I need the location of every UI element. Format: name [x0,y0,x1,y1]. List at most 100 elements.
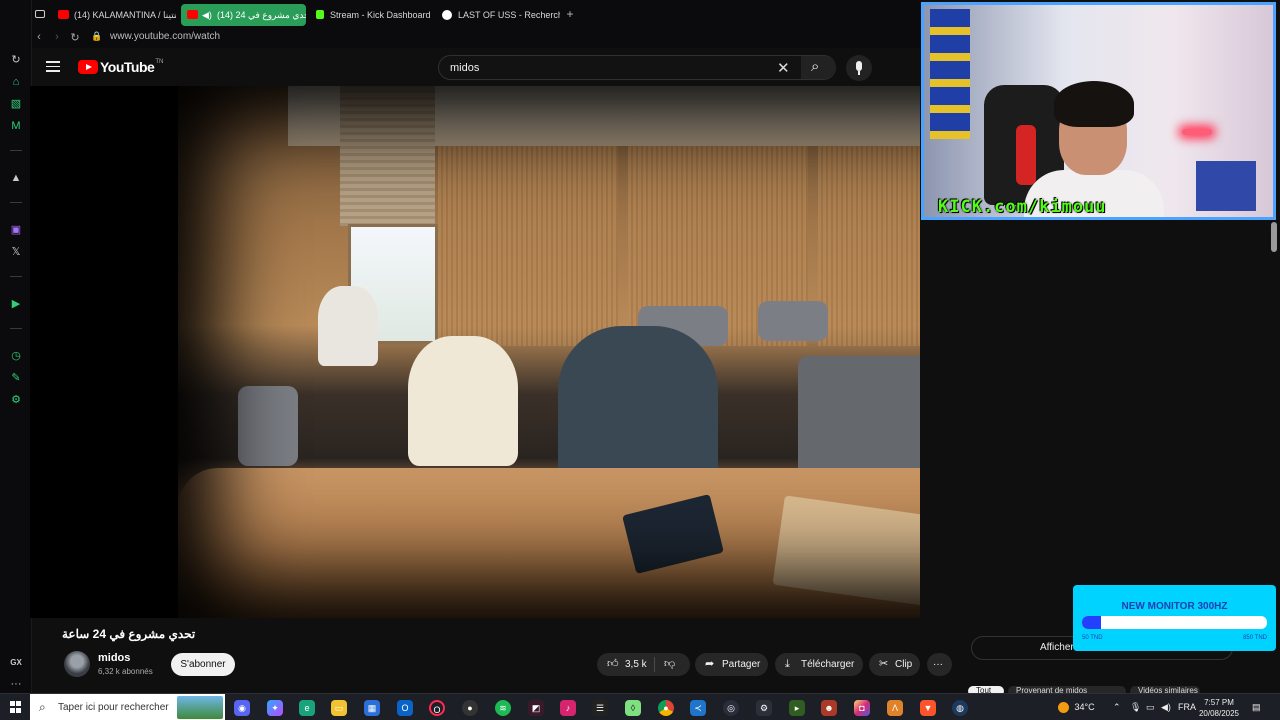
download-button[interactable]: ⤓ Télécharger [775,653,863,676]
tiktok-app-icon[interactable]: ♪ [560,700,576,716]
voice-search-button[interactable] [846,55,872,81]
steam-app-icon[interactable]: ◍ [952,700,968,716]
more-icon: ··· [933,659,943,670]
weather-widget[interactable]: 34°C [1058,694,1095,720]
video-frame [178,86,920,618]
more-actions-button[interactable]: ··· [927,653,952,676]
channel-name[interactable]: midos [98,652,130,664]
copilot-app-icon[interactable]: ✦ [267,700,283,716]
goal-max: 850 TND [1243,635,1267,641]
discord-app-icon[interactable]: ◉ [234,700,250,716]
steam-dark-app-icon[interactable]: ◎ [723,700,739,716]
history-icon[interactable]: ↻ [8,52,24,68]
tab-current-video[interactable]: ◀) (14) تحدي مشروع في 24 [181,4,306,26]
streamlabs-app-icon[interactable]: ◊ [625,700,641,716]
address-bar-url[interactable]: www.youtube.com/watch [110,31,220,42]
extensions-icon[interactable]: ✎ [8,370,24,386]
goal-title: NEW MONITOR 300HZ [1121,601,1228,612]
tab-kalamantina[interactable]: (14) KALAMANTINA / كلامنتينا [52,4,176,26]
taskbar-clock[interactable]: 7:57 PM 20/08/2025 [1196,697,1242,719]
notification-center-icon[interactable]: ▤ [1252,694,1261,720]
player-icon[interactable]: ▶ [8,296,24,312]
capcut-app-icon[interactable]: ◩ [528,700,544,716]
launcher-app-icon[interactable]: Λ [887,700,903,716]
volume-icon[interactable]: ◀) [1161,694,1171,720]
streamer-webcam-overlay: KICK.com/kimouu [921,2,1276,220]
new-tab-button[interactable]: + [564,8,576,20]
tab-kick-dashboard[interactable]: Stream - Kick Dashboard [308,4,434,26]
youtube-favicon-icon [58,10,69,19]
spotify-app-icon[interactable]: ≋ [495,700,511,716]
speaker-icon[interactable]: ◀) [202,4,212,26]
twitch-icon[interactable]: ▣ [8,222,24,238]
thumbs-down-icon[interactable]: 👎︎ [664,653,675,676]
gx-label: GX [10,658,22,667]
microphone-icon [856,61,862,71]
microphone-tray-icon[interactable]: 🎙︎ [1130,694,1141,720]
subscribe-button[interactable]: S'abonner [171,653,235,676]
page-scrollbar[interactable] [1271,222,1277,252]
obs-app-icon[interactable]: ● [462,700,478,716]
youtube-play-icon [78,60,98,74]
settings-gear-icon[interactable]: ⚙ [8,392,24,408]
chrome-app-icon[interactable]: ● [658,700,674,716]
outlook-app-icon[interactable]: O [397,700,413,716]
tab-google-search[interactable]: LAST OF USS - Recherche [436,4,560,26]
store-app-icon[interactable]: ▦ [364,700,380,716]
search-box[interactable]: midos ✕ ⌕ [438,55,836,80]
clock-icon[interactable]: ◷ [8,348,24,364]
like-divider [654,657,655,672]
windows-taskbar: ⌕ Taper ici pour rechercher ◉ ✦ e ▭ ▦ O … [0,693,1280,720]
gx-control-icon[interactable]: ⌂ [8,74,24,90]
goal-min: 50 TND [1082,635,1103,641]
back-icon[interactable]: ‹ [32,31,46,43]
kick-channel-banner: KICK.com/kimouu [938,197,1107,217]
video-title: تحدي مشروع في 24 ساعة [62,627,196,641]
menu-hamburger-icon[interactable] [46,61,60,72]
edge-app-icon[interactable]: e [299,700,315,716]
x-twitter-icon[interactable]: 𝕏 [8,244,24,260]
xbox-app-icon[interactable]: ☰ [592,700,608,716]
brave-app-icon[interactable]: ▼ [920,700,936,716]
search-icon: ⌕ [39,700,46,714]
show-hidden-icons-chevron-icon[interactable]: ⌃ [1113,694,1121,720]
sidebar-separator [10,202,22,203]
aria-icon[interactable]: ▲ [8,170,24,186]
clear-search-icon[interactable]: ✕ [777,59,790,77]
thumbs-up-icon[interactable]: 👍︎ [607,653,619,676]
search-icon: ⌕ [811,58,820,75]
network-icon[interactable]: ▭ [1146,694,1155,720]
workspaces-icon[interactable] [35,10,45,18]
scissors-icon: ✂ [879,658,889,670]
vscode-app-icon[interactable]: ≺ [690,700,706,716]
nvidia-app-icon[interactable]: ▸ [789,700,805,716]
google-favicon-icon [442,10,452,20]
video-player[interactable] [30,86,920,618]
more-options-icon[interactable]: ··· [8,676,24,692]
sun-icon [1058,702,1069,714]
address-bar-row: ‹ › ↻ 🔒 www.youtube.com/watch [32,28,920,48]
instagram-app-icon[interactable]: ◘ [854,700,870,716]
clip-button[interactable]: ✂ Clip [869,653,920,676]
windows-start-icon[interactable] [10,701,22,713]
goal-progress-bar [1082,616,1267,629]
like-dislike-group: 👍︎ 3,5 k 👎︎ [597,653,690,676]
search-button[interactable]: ⌕ [801,56,836,79]
like-count[interactable]: 3,5 k [625,653,647,676]
share-button[interactable]: ➦ Partager [695,653,768,676]
messenger-icon[interactable]: M [8,118,24,134]
youtube-logo[interactable]: YouTube TN [78,59,163,75]
language-indicator[interactable]: FRA [1178,694,1196,720]
settings-app-icon[interactable]: ⚙ [756,700,772,716]
forward-icon[interactable]: › [50,31,64,43]
search-input[interactable]: midos [450,62,479,74]
channel-avatar[interactable] [64,651,90,677]
download-icon: ⤓ [785,658,790,670]
gx-corner-icon[interactable]: ▧ [8,96,24,112]
game-app-icon[interactable]: ☻ [821,700,837,716]
reload-icon[interactable]: ↻ [68,31,82,44]
taskbar-search-box[interactable]: ⌕ Taper ici pour rechercher [30,694,225,720]
file-explorer-icon[interactable]: ▭ [331,700,347,716]
youtube-header: YouTube TN midos ✕ ⌕ [32,48,920,86]
opera-gx-app-icon[interactable]: O [429,700,445,716]
